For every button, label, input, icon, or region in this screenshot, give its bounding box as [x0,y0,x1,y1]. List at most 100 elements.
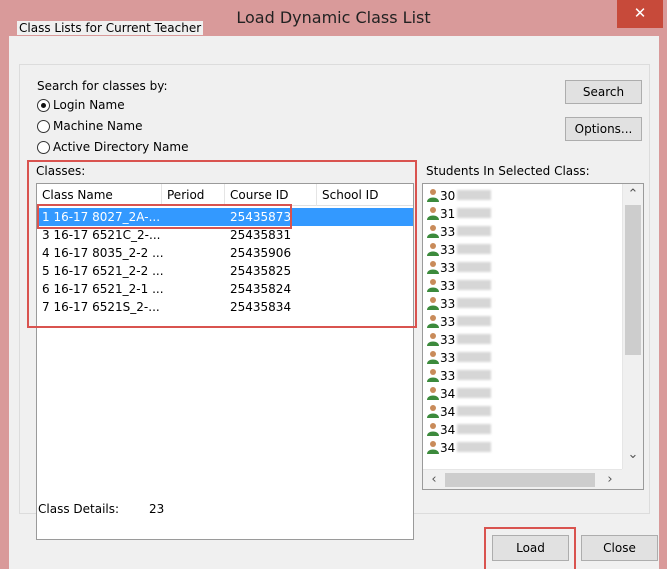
student-icon [427,441,439,454]
table-row[interactable]: 7 16-17 6521S_2-... 25435834 [37,298,413,316]
vertical-scrollbar[interactable]: ⌃ ⌄ [622,184,643,469]
student-name: 34 [440,441,456,455]
list-item[interactable]: 33 [427,349,492,367]
table-row[interactable]: 6 16-17 6521_2-1 ... 25435824 [37,280,413,298]
classes-label: Classes: [36,164,86,178]
radio-label: Login Name [53,98,125,112]
redacted-text [457,334,492,344]
redacted-text [457,244,492,254]
student-name: 33 [440,279,456,293]
course-id-cell: 25435906 [230,246,292,260]
list-item[interactable]: 33 [427,223,492,241]
list-item[interactable]: 34 [427,439,492,457]
student-icon [427,387,439,400]
school-id-cell [317,280,322,298]
group-caption: Class Lists for Current Teacher [17,21,204,35]
student-name: 33 [440,315,456,329]
class-name-cell: 5 16-17 6521_2-2 ... [42,264,164,278]
student-icon [427,297,439,310]
horizontal-scrollbar[interactable]: ‹ › [423,469,622,489]
scroll-left-icon[interactable]: ‹ [425,471,443,489]
class-name-cell: 6 16-17 6521_2-1 ... [42,282,164,296]
student-name: 33 [440,333,456,347]
school-id-cell [317,244,322,262]
classes-header: Class Name Period Course ID School ID [37,184,413,206]
table-row[interactable]: 3 16-17 6521C_2-... 25435831 [37,226,413,244]
class-name-cell: 4 16-17 8035_2-2 ... [42,246,164,260]
student-icon [427,315,439,328]
student-name: 33 [440,369,456,383]
dialog-window: Load Dynamic Class List ✕ Class Lists fo… [0,0,667,569]
list-item[interactable]: 34 [427,403,492,421]
table-row[interactable]: 4 16-17 8035_2-2 ... 25435906 [37,244,413,262]
student-icon [427,423,439,436]
list-item[interactable]: 33 [427,367,492,385]
school-id-cell [317,262,322,280]
list-item[interactable]: 33 [427,277,492,295]
students-label: Students In Selected Class: [426,164,590,178]
horizontal-scroll-thumb[interactable] [445,473,595,487]
student-icon [427,333,439,346]
column-period[interactable]: Period [162,184,225,206]
scroll-down-icon[interactable]: ⌄ [624,446,642,464]
list-item[interactable]: 33 [427,331,492,349]
redacted-text [457,226,492,236]
table-row[interactable]: 1 16-17 8027_2A-... 25435873 [37,208,413,226]
list-item[interactable]: 34 [427,421,492,439]
radio-login-name[interactable]: Login Name [37,98,125,112]
course-id-cell: 25435831 [230,228,292,242]
student-name: 33 [440,225,456,239]
school-id-cell [317,208,322,226]
list-item[interactable]: 33 [427,295,492,313]
redacted-text [457,316,492,326]
column-school-id[interactable]: School ID [317,184,413,206]
students-listbox[interactable]: 30 31 33 33 33 33 33 33 33 33 33 34 34 3… [422,183,644,490]
vertical-scroll-thumb[interactable] [625,205,641,355]
list-item[interactable]: 33 [427,241,492,259]
period-cell [162,262,167,280]
class-details-label: Class Details: [38,502,120,516]
school-id-cell [317,298,322,316]
scroll-up-icon[interactable]: ⌃ [624,186,642,204]
list-item[interactable]: 30 [427,187,492,205]
class-name-cell: 3 16-17 6521C_2-... [42,228,161,242]
redacted-text [457,190,492,200]
close-button[interactable]: Close [581,535,658,561]
course-id-cell: 25435873 [230,210,292,224]
radio-circle [37,120,50,133]
close-window-button[interactable]: ✕ [617,0,663,28]
list-item[interactable]: 33 [427,259,492,277]
student-name: 33 [440,297,456,311]
column-course-id[interactable]: Course ID [225,184,317,206]
table-row[interactable]: 5 16-17 6521_2-2 ... 25435825 [37,262,413,280]
classes-listview[interactable]: Class Name Period Course ID School ID 1 … [36,183,414,540]
student-name: 34 [440,423,456,437]
list-item[interactable]: 34 [427,385,492,403]
column-class-name[interactable]: Class Name [37,184,162,206]
radio-machine-name[interactable]: Machine Name [37,119,142,133]
student-icon [427,369,439,382]
period-cell [162,208,167,226]
options-button[interactable]: Options... [565,117,642,141]
radio-active-directory-name[interactable]: Active Directory Name [37,140,188,154]
redacted-text [457,280,492,290]
list-item[interactable]: 31 [427,205,492,223]
search-button[interactable]: Search [565,80,642,104]
course-id-cell: 25435824 [230,282,292,296]
load-button[interactable]: Load [492,535,569,561]
student-icon [427,261,439,274]
student-icon [427,405,439,418]
course-id-cell: 25435834 [230,300,292,314]
search-by-label: Search for classes by: [37,79,168,93]
student-name: 33 [440,261,456,275]
redacted-text [457,352,492,362]
list-item[interactable]: 33 [427,313,492,331]
student-icon [427,279,439,292]
scroll-corner [622,469,643,489]
redacted-text [457,262,492,272]
radio-label: Machine Name [53,119,143,133]
redacted-text [457,442,492,452]
scroll-right-icon[interactable]: › [601,471,619,489]
student-icon [427,351,439,364]
period-cell [162,298,167,316]
